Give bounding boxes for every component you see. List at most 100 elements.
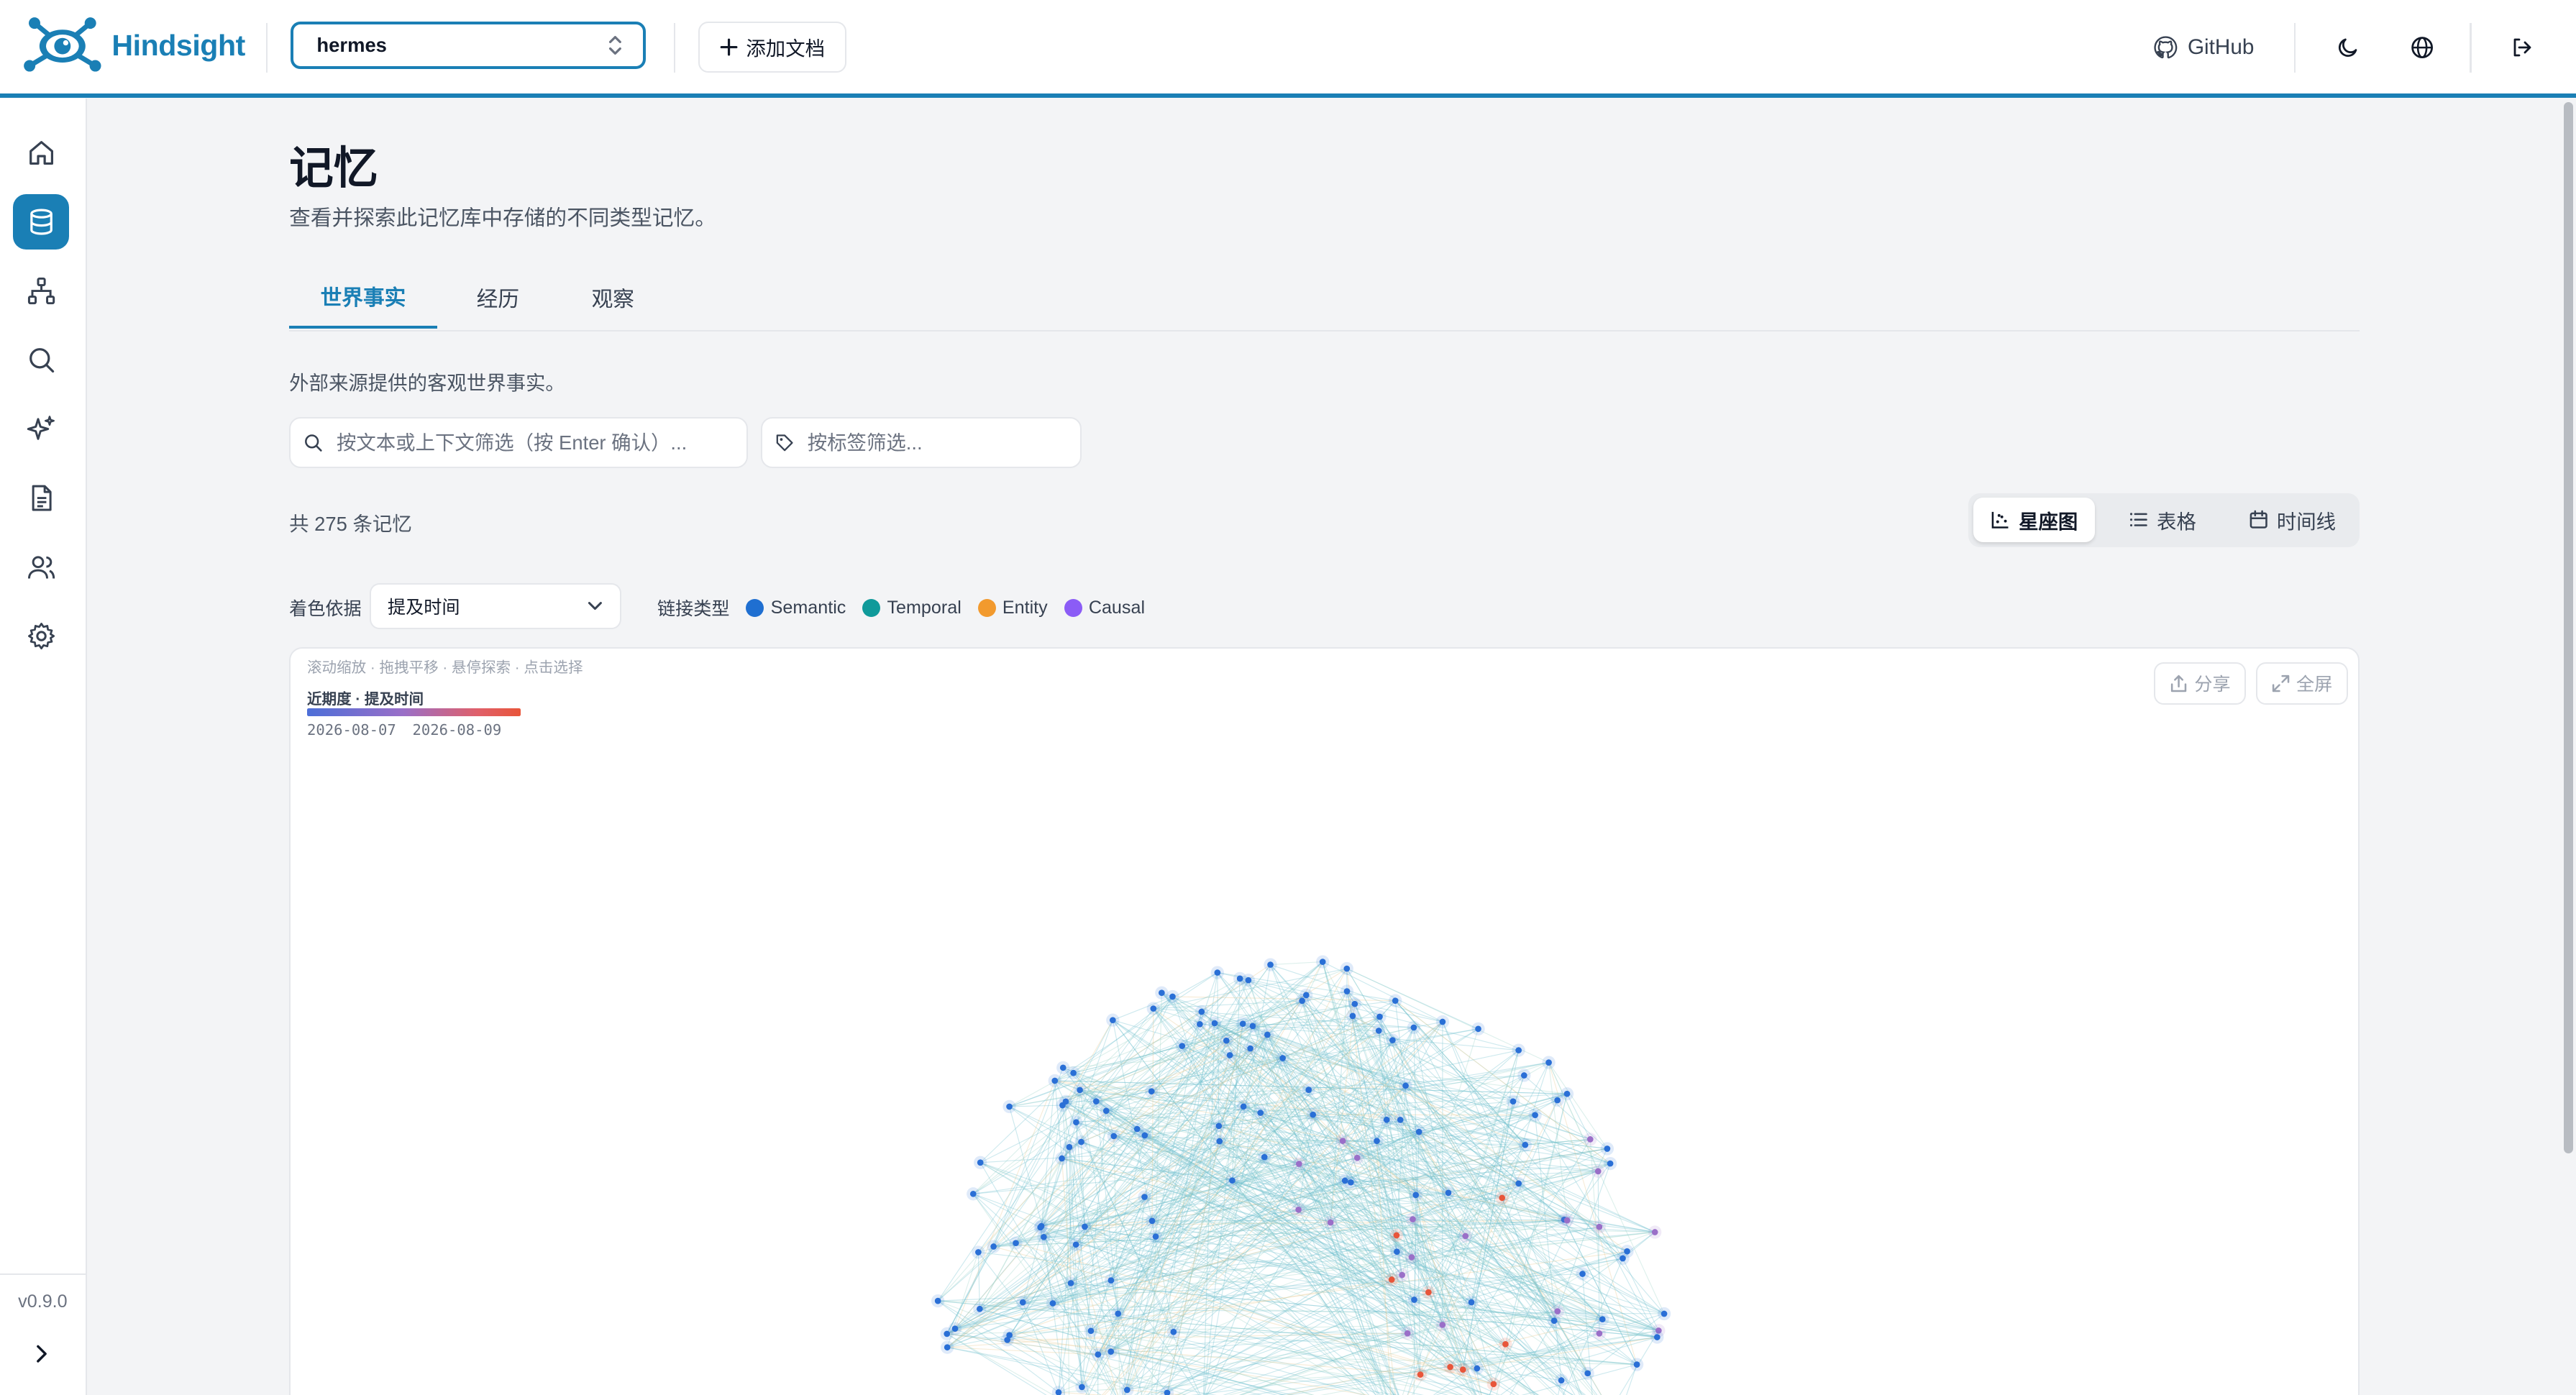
graph-node[interactable] [1521, 1072, 1527, 1079]
graph-node[interactable] [1115, 1310, 1122, 1317]
graph-node[interactable] [1349, 1012, 1356, 1020]
graph-node[interactable] [1006, 1103, 1013, 1110]
github-link[interactable]: GitHub [2137, 23, 2271, 73]
graph-node[interactable] [1148, 1088, 1155, 1095]
graph-node[interactable] [1550, 1317, 1558, 1325]
graph-node[interactable] [1257, 1110, 1264, 1117]
graph-node[interactable] [1392, 997, 1399, 1005]
logout-button[interactable] [2498, 23, 2547, 73]
graph-node[interactable] [1447, 1363, 1454, 1371]
graph-node[interactable] [1595, 1168, 1602, 1175]
graph-node[interactable] [1179, 1043, 1186, 1050]
graph-node[interactable] [1509, 1098, 1517, 1105]
graph-node[interactable] [1620, 1255, 1626, 1262]
graph-node[interactable] [1038, 1223, 1045, 1230]
graph-node[interactable] [944, 1344, 951, 1351]
graph-node[interactable] [1408, 1254, 1415, 1261]
link-type-causal[interactable]: Causal [1064, 598, 1145, 618]
graph-node[interactable] [1077, 1087, 1084, 1094]
graph-node[interactable] [1310, 1112, 1317, 1118]
bank-selector[interactable]: hermes [291, 21, 646, 69]
link-type-entity[interactable]: Entity [977, 598, 1048, 618]
graph-node[interactable] [1267, 961, 1274, 969]
graph-node[interactable] [1412, 1192, 1420, 1199]
share-button[interactable]: 分享 [2154, 662, 2247, 705]
graph-node[interactable] [1652, 1229, 1658, 1236]
tag-filter[interactable] [760, 417, 1082, 469]
graph-node[interactable] [951, 1325, 959, 1332]
text-filter-input[interactable] [333, 429, 746, 457]
graph-node[interactable] [1041, 1234, 1047, 1240]
graph-node[interactable] [1110, 1017, 1116, 1024]
view-constellation-button[interactable]: 星座图 [1973, 498, 2096, 543]
graph-node[interactable] [1062, 1098, 1069, 1105]
graph-node[interactable] [1066, 1144, 1073, 1151]
graph-node[interactable] [1223, 1038, 1230, 1044]
graph-node[interactable] [1522, 1142, 1529, 1148]
graph-node[interactable] [1587, 1136, 1594, 1143]
graph-node[interactable] [1327, 1220, 1334, 1226]
graph-node[interactable] [1169, 993, 1176, 1000]
graph-node[interactable] [1599, 1316, 1606, 1323]
graph-node[interactable] [1445, 1189, 1452, 1197]
graph-node[interactable] [975, 1249, 982, 1256]
graph-node[interactable] [1240, 1103, 1247, 1110]
graph-node[interactable] [1305, 1087, 1312, 1094]
graph-node[interactable] [1320, 959, 1326, 966]
graph-node[interactable] [1215, 1122, 1223, 1130]
graph-node[interactable] [1049, 1300, 1056, 1307]
graph-node[interactable] [1417, 1371, 1424, 1378]
tab-world-facts[interactable]: 世界事实 [289, 266, 437, 329]
sidebar-item-search[interactable] [13, 332, 69, 388]
graph-node[interactable] [1402, 1082, 1410, 1089]
graph-node[interactable] [1051, 1077, 1059, 1084]
graph-node[interactable] [1072, 1241, 1079, 1248]
graph-node[interactable] [1236, 975, 1243, 982]
graph-node[interactable] [1474, 1365, 1481, 1372]
sidebar-expand-button[interactable] [23, 1336, 59, 1372]
graph-node[interactable] [1197, 1021, 1203, 1028]
graph-node[interactable] [1303, 992, 1310, 999]
graph-node[interactable] [1410, 1216, 1416, 1223]
graph-node[interactable] [1110, 1133, 1118, 1140]
graph-node[interactable] [1152, 1233, 1159, 1240]
graph-node[interactable] [1070, 1070, 1077, 1076]
graph-node[interactable] [1093, 1098, 1100, 1105]
sidebar-item-memories[interactable] [13, 193, 69, 250]
graph-node[interactable] [1249, 1023, 1256, 1030]
graph-node[interactable] [1150, 1005, 1157, 1012]
graph-node[interactable] [1343, 988, 1351, 995]
graph-node[interactable] [1554, 1097, 1561, 1104]
theme-toggle-button[interactable] [2324, 23, 2373, 73]
constellation-graph-card[interactable]: 滚动缩放 · 拖拽平移 · 悬停探索 · 点击选择 近期度 · 提及时间 202… [289, 647, 2360, 1395]
graph-node[interactable] [1141, 1132, 1148, 1139]
graph-node[interactable] [1563, 1091, 1571, 1097]
graph-node[interactable] [1415, 1129, 1422, 1135]
graph-node[interactable] [1170, 1329, 1177, 1335]
graph-node[interactable] [1604, 1145, 1611, 1153]
graph-node[interactable] [1439, 1018, 1446, 1025]
graph-node[interactable] [1376, 1028, 1382, 1035]
graph-node[interactable] [1558, 1377, 1565, 1384]
graph-node[interactable] [1563, 1217, 1571, 1224]
graph-node[interactable] [1264, 1031, 1271, 1038]
graph-node[interactable] [1596, 1330, 1603, 1337]
graph-node[interactable] [1584, 1370, 1591, 1377]
graph-node[interactable] [1515, 1047, 1522, 1054]
graph-node[interactable] [1607, 1161, 1614, 1167]
graph-node[interactable] [1351, 1001, 1358, 1007]
graph-node[interactable] [1148, 1217, 1156, 1225]
graph-node[interactable] [1468, 1299, 1475, 1306]
graph-node[interactable] [1107, 1277, 1115, 1284]
graph-node[interactable] [1490, 1381, 1497, 1388]
graph-node[interactable] [1059, 1155, 1066, 1162]
graph-node[interactable] [1397, 1117, 1404, 1123]
graph-node[interactable] [1410, 1024, 1417, 1031]
graph-node[interactable] [1013, 1240, 1020, 1247]
view-timeline-button[interactable]: 时间线 [2232, 498, 2353, 542]
graph-node[interactable] [1087, 1327, 1095, 1335]
view-table-button[interactable]: 表格 [2104, 498, 2222, 542]
tab-observations[interactable]: 观察 [569, 266, 657, 329]
graph-node[interactable] [1343, 965, 1351, 972]
graph-node[interactable] [1425, 1289, 1432, 1296]
